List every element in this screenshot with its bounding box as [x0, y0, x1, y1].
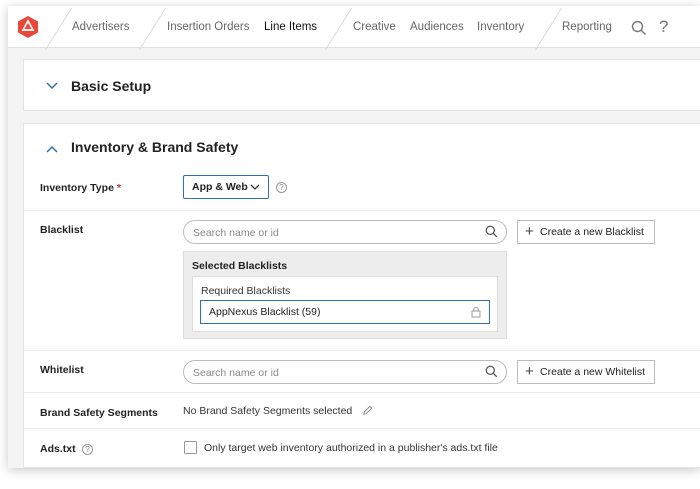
- chevron-down-icon: [250, 184, 260, 190]
- whitelist-search-input[interactable]: Search name or id: [183, 360, 507, 384]
- section-title[interactable]: Basic Setup: [71, 78, 151, 94]
- search-placeholder: Search name or id: [193, 227, 279, 239]
- nav-divider: [534, 8, 563, 50]
- nav-advertisers[interactable]: Advertisers: [72, 21, 130, 33]
- chevron-down-icon[interactable]: [46, 82, 58, 90]
- basic-setup-card: Basic Setup: [23, 59, 700, 111]
- inventory-type-value: App & Web: [192, 181, 248, 193]
- nav-divider: [324, 8, 353, 50]
- inventory-type-select[interactable]: App & Web: [183, 175, 269, 199]
- blacklist-label: Blacklist: [40, 224, 84, 236]
- chevron-up-icon[interactable]: [46, 145, 58, 153]
- row-divider: [24, 210, 700, 211]
- required-blacklists-title: Required Blacklists: [201, 285, 291, 297]
- inventory-brand-safety-card: Inventory & Brand Safety Inventory Type …: [23, 123, 700, 468]
- row-divider: [24, 428, 700, 429]
- search-icon: [485, 365, 498, 378]
- nav-audiences[interactable]: Audiences: [410, 21, 464, 33]
- nav-divider: [44, 8, 73, 50]
- ads-txt-checkbox-label[interactable]: Only target web inventory authorized in …: [204, 442, 498, 454]
- top-nav: Advertisers Insertion Orders Line Items …: [8, 6, 700, 50]
- plus-icon: +: [525, 223, 534, 240]
- blacklist-item-label: AppNexus Blacklist (59): [209, 306, 321, 318]
- ads-txt-checkbox[interactable]: [184, 441, 197, 454]
- logo-icon[interactable]: [16, 15, 40, 39]
- create-blacklist-button[interactable]: + Create a new Blacklist: [517, 220, 655, 244]
- nav-creative[interactable]: Creative: [353, 21, 396, 33]
- selected-blacklists-title: Selected Blacklists: [192, 260, 288, 272]
- help-icon[interactable]: ?: [276, 182, 287, 193]
- nav-insertion-orders[interactable]: Insertion Orders: [167, 21, 249, 33]
- search-icon: [485, 225, 498, 238]
- lock-icon: [471, 306, 481, 318]
- search-placeholder: Search name or id: [193, 367, 279, 379]
- nav-reporting[interactable]: Reporting: [562, 21, 612, 33]
- whitelist-label: Whitelist: [40, 364, 84, 376]
- help-icon[interactable]: ?: [82, 444, 93, 455]
- create-blacklist-label: Create a new Blacklist: [540, 226, 644, 238]
- section-title[interactable]: Inventory & Brand Safety: [71, 139, 238, 155]
- blacklist-item[interactable]: AppNexus Blacklist (59): [200, 300, 490, 324]
- inventory-type-label-text: Inventory Type: [40, 182, 114, 194]
- pencil-icon[interactable]: [362, 405, 373, 416]
- required-mark: *: [116, 182, 121, 194]
- ads-txt-label: Ads.txt: [40, 443, 76, 455]
- brand-safety-label: Brand Safety Segments: [40, 407, 158, 419]
- search-icon[interactable]: [631, 20, 647, 36]
- create-whitelist-button[interactable]: + Create a new Whitelist: [517, 360, 655, 384]
- selected-blacklists-panel: Selected Blacklists Required Blacklists …: [183, 251, 507, 339]
- blacklist-search-input[interactable]: Search name or id: [183, 220, 507, 244]
- inventory-type-label: Inventory Type *: [40, 182, 121, 194]
- required-blacklists-box: Required Blacklists AppNexus Blacklist (…: [192, 276, 498, 332]
- nav-inventory[interactable]: Inventory: [477, 21, 524, 33]
- create-whitelist-label: Create a new Whitelist: [540, 366, 646, 378]
- nav-divider: [138, 8, 167, 50]
- brand-safety-value: No Brand Safety Segments selected: [183, 405, 353, 417]
- row-divider: [24, 392, 700, 393]
- app-window: Advertisers Insertion Orders Line Items …: [8, 6, 700, 468]
- help-icon[interactable]: ?: [659, 17, 668, 37]
- row-divider: [24, 350, 700, 351]
- nav-line-items[interactable]: Line Items: [264, 21, 317, 33]
- plus-icon: +: [525, 363, 534, 380]
